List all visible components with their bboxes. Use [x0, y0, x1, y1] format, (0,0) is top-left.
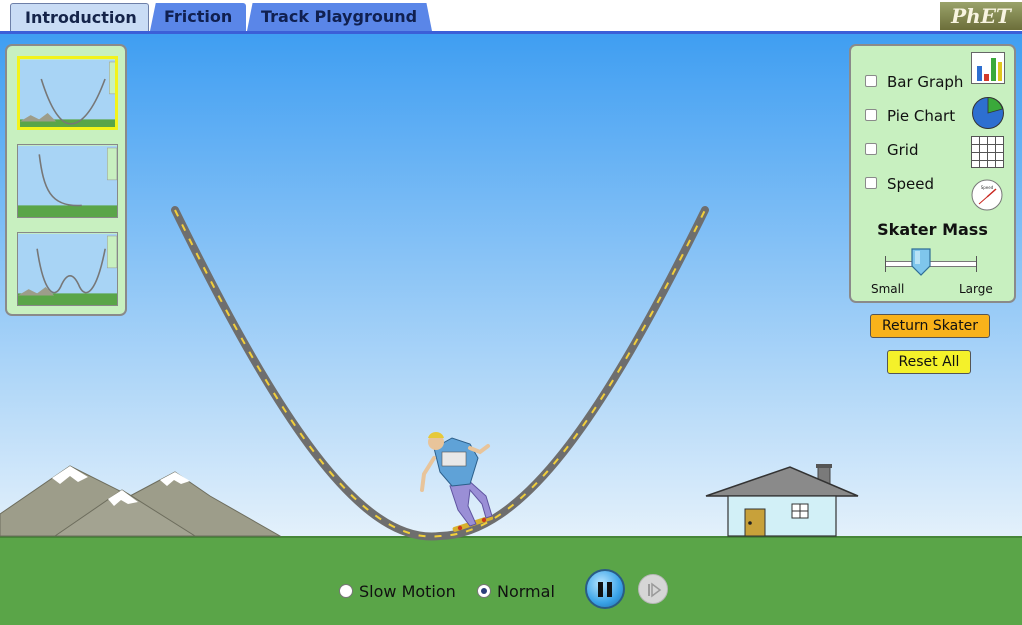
slider-tick-max [976, 256, 977, 272]
thumbnail-image [20, 59, 115, 127]
tab-label: Friction [164, 7, 233, 26]
pause-button[interactable] [585, 569, 625, 609]
slider-thumb[interactable] [911, 248, 931, 276]
track-preset-double-well[interactable] [17, 232, 118, 306]
grid-label: Grid [887, 141, 919, 159]
tab-label: Track Playground [261, 7, 418, 26]
slider-tick-min [885, 256, 886, 272]
pie-chart-checkbox[interactable] [865, 109, 877, 121]
bar-graph-checkbox[interactable] [865, 75, 877, 87]
grid-checkbox[interactable] [865, 143, 877, 155]
tab-track-playground[interactable]: Track Playground [247, 3, 432, 31]
pause-icon [607, 582, 612, 597]
simulation-stage: Bar Graph Pie Chart Grid Speed Speed Ska… [0, 34, 1022, 625]
slow-motion-label: Slow Motion [359, 582, 456, 601]
track-preset-panel [5, 44, 127, 316]
pie-chart-icon [972, 97, 1004, 129]
tab-label: Introduction [25, 8, 137, 27]
control-panel: Bar Graph Pie Chart Grid Speed Speed Ska… [849, 44, 1016, 303]
speedometer-caption: Speed [981, 185, 994, 190]
thumbnail-image [18, 233, 117, 305]
grid-icon [971, 136, 1004, 168]
radio-circle[interactable] [477, 584, 491, 598]
reset-all-button[interactable]: Reset All [887, 350, 971, 374]
skater-mass-title: Skater Mass [877, 220, 988, 239]
speed-checkbox[interactable] [865, 177, 877, 189]
pie-chart-label: Pie Chart [887, 107, 956, 125]
slider-min-label: Small [871, 282, 905, 296]
tab-friction[interactable]: Friction [150, 3, 246, 31]
return-skater-button[interactable]: Return Skater [870, 314, 990, 338]
track-preset-ramp[interactable] [17, 144, 118, 218]
step-button[interactable] [638, 574, 668, 604]
logo-text: PhET [951, 4, 1011, 28]
slider-track [885, 261, 977, 267]
bar-graph-label: Bar Graph [887, 73, 964, 91]
thumbnail-image [18, 145, 117, 217]
phet-logo: PhET [940, 2, 1022, 30]
skater-mass-slider[interactable] [885, 248, 977, 276]
tab-introduction[interactable]: Introduction [10, 3, 149, 31]
pause-icon [598, 582, 603, 597]
normal-label: Normal [497, 582, 555, 601]
step-forward-icon [648, 582, 662, 598]
speedometer-icon: Speed [971, 179, 1003, 211]
tab-bar: Introduction Friction Track Playground P… [0, 0, 1022, 34]
slider-max-label: Large [959, 282, 993, 296]
radio-circle[interactable] [339, 584, 353, 598]
speed-label: Speed [887, 175, 935, 193]
bar-graph-icon [971, 52, 1005, 84]
track-preset-parabola[interactable] [17, 56, 118, 130]
ground [0, 536, 1022, 625]
